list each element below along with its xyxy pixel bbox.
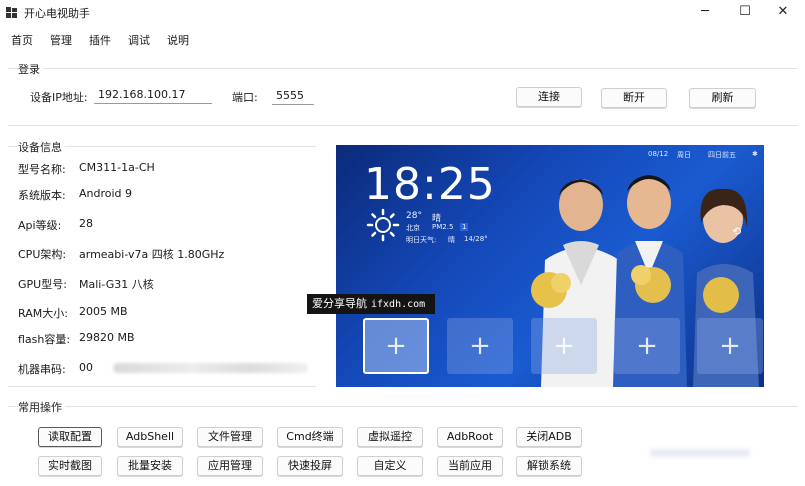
plus-icon: + xyxy=(385,331,407,361)
custom-button[interactable]: 自定义 xyxy=(357,456,423,476)
info-value: armeabi-v7a 四核 1.80GHz xyxy=(79,248,225,261)
tv-screen-preview: 08/12 周日 四日前五 ✱ 18:25 28° 晴 北京 PM2.5 1 明… xyxy=(336,145,764,387)
info-value: 00 xyxy=(79,361,93,374)
adb-shell-button[interactable]: AdbShell xyxy=(117,427,183,447)
maximize-button[interactable]: ☐ xyxy=(725,0,765,24)
plus-icon: + xyxy=(636,331,658,361)
ops-divider xyxy=(8,406,798,407)
tv-tomorrow-label: 明日天气: xyxy=(406,236,437,244)
login-bottom-divider xyxy=(8,125,798,126)
window-title: 开心电视助手 xyxy=(24,7,90,20)
tv-weekday: 周日 xyxy=(677,151,691,159)
tv-app-tile: + xyxy=(697,318,763,374)
device-section-title: 设备信息 xyxy=(18,139,65,155)
minimize-button[interactable]: ─ xyxy=(685,0,725,24)
login-divider xyxy=(8,68,798,69)
unlock-system-button[interactable]: 解锁系统 xyxy=(516,456,582,476)
menu-debug[interactable]: 调试 xyxy=(128,32,150,48)
info-model: 型号名称: CM311-1a-CH xyxy=(18,161,155,177)
tv-city: 北京 xyxy=(406,224,420,232)
tv-settings-icon: ⟲ xyxy=(732,225,742,238)
info-label: flash容量: xyxy=(18,333,71,346)
batch-install-button[interactable]: 批量安装 xyxy=(117,456,183,476)
info-os: 系统版本: Android 9 xyxy=(18,187,132,203)
info-value: 29820 MB xyxy=(79,331,135,344)
plus-icon: + xyxy=(469,331,491,361)
refresh-button[interactable]: 刷新 xyxy=(689,88,756,108)
tv-temp: 28° xyxy=(406,211,422,221)
tv-app-tile: + xyxy=(614,318,680,374)
tv-app-tile: + xyxy=(447,318,513,374)
menu-plugins[interactable]: 插件 xyxy=(89,32,111,48)
info-label: GPU型号: xyxy=(18,278,67,291)
menu-manage[interactable]: 管理 xyxy=(50,32,72,48)
tv-aqi-value: 1 xyxy=(460,223,469,231)
plus-icon: + xyxy=(553,331,575,361)
info-label: CPU架构: xyxy=(18,248,67,261)
info-serial: 机器串码: 00 xyxy=(18,361,318,377)
tv-tomorrow-temp: 14/28° xyxy=(464,235,488,243)
tv-clock: 18:25 xyxy=(364,159,496,210)
adb-root-button[interactable]: AdbRoot xyxy=(437,427,503,447)
ops-section-title: 常用操作 xyxy=(18,399,65,415)
watermark-text: 爱分享导航 xyxy=(312,297,367,310)
bluetooth-icon: ✱ xyxy=(752,150,758,158)
port-label: 端口: xyxy=(232,91,258,104)
tv-tomorrow-condition: 晴 xyxy=(448,236,455,244)
plus-icon: + xyxy=(719,331,741,361)
watermark-badge: 爱分享导航 ifxdh.com xyxy=(307,294,435,314)
ip-label: 设备IP地址: xyxy=(30,91,88,104)
info-label: 机器串码: xyxy=(18,363,66,376)
watermark-url: ifxdh.com xyxy=(371,299,426,310)
title-bar: 开心电视助手 ─ ☐ ✕ xyxy=(0,0,805,26)
port-input[interactable]: 5555 xyxy=(272,87,314,105)
info-gpu: GPU型号: Mali-G31 八核 xyxy=(18,276,154,292)
info-flash: flash容量: 29820 MB xyxy=(18,331,135,347)
close-button[interactable]: ✕ xyxy=(763,0,803,24)
screenshot-button[interactable]: 实时截图 xyxy=(38,456,102,476)
tv-app-tile: + xyxy=(531,318,597,374)
ip-input[interactable]: 192.168.100.17 xyxy=(94,86,212,104)
serial-redaction xyxy=(113,363,308,373)
info-value: 2005 MB xyxy=(79,305,128,318)
info-label: RAM大小: xyxy=(18,307,68,320)
close-adb-button[interactable]: 关闭ADB xyxy=(516,427,582,447)
info-value: CM311-1a-CH xyxy=(79,161,155,174)
device-bottom-divider xyxy=(8,386,316,387)
connect-button[interactable]: 连接 xyxy=(516,87,582,107)
tv-date: 08/12 xyxy=(648,150,669,158)
info-label: 型号名称: xyxy=(18,163,66,176)
sun-icon xyxy=(366,208,400,242)
info-value: Mali-G31 八核 xyxy=(79,278,154,291)
info-value: 28 xyxy=(79,217,93,230)
file-manager-button[interactable]: 文件管理 xyxy=(197,427,263,447)
info-api: Api等级: 28 xyxy=(18,217,93,233)
disconnect-button[interactable]: 断开 xyxy=(601,88,667,108)
cmd-terminal-button[interactable]: Cmd终端 xyxy=(277,427,343,447)
info-label: 系统版本: xyxy=(18,189,66,202)
virtual-remote-button[interactable]: 虚拟遥控 xyxy=(357,427,423,447)
tv-app-tile: + xyxy=(363,318,429,374)
quick-cast-button[interactable]: 快速投屏 xyxy=(277,456,343,476)
info-label: Api等级: xyxy=(18,219,62,232)
menu-home[interactable]: 首页 xyxy=(11,32,33,48)
menu-bar: 首页 管理 插件 调试 说明 xyxy=(0,30,805,50)
read-config-button[interactable]: 读取配置 xyxy=(38,427,102,447)
info-ram: RAM大小: 2005 MB xyxy=(18,305,128,321)
blur-smudge xyxy=(650,449,750,457)
current-app-button[interactable]: 当前应用 xyxy=(437,456,503,476)
info-value: Android 9 xyxy=(79,187,133,200)
tv-aqi: PM2.5 xyxy=(432,223,454,231)
menu-help[interactable]: 说明 xyxy=(167,32,189,48)
tv-status-text: 四日前五 xyxy=(708,151,736,159)
app-icon xyxy=(6,7,18,19)
info-cpu: CPU架构: armeabi-v7a 四核 1.80GHz xyxy=(18,246,224,262)
app-manager-button[interactable]: 应用管理 xyxy=(197,456,263,476)
login-section-title: 登录 xyxy=(18,61,43,77)
